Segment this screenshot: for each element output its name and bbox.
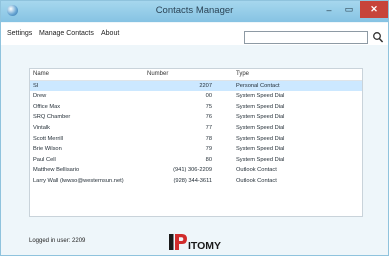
contact-type: System Speed Dial (236, 124, 285, 131)
contact-name: Scott Merrill (33, 135, 64, 142)
contact-type: System Speed Dial (236, 156, 285, 163)
contact-type: System Speed Dial (236, 93, 285, 100)
column-header-type[interactable]: Type (236, 71, 249, 77)
contact-number: 2207 (199, 82, 212, 89)
table-row[interactable]: Vintalk 77 System Speed Dial (30, 123, 362, 133)
column-header-name[interactable]: Name (33, 71, 49, 77)
contact-number: 78 (205, 135, 212, 142)
contact-type: System Speed Dial (236, 114, 285, 121)
menu-settings[interactable]: Settings (7, 30, 32, 37)
table-row[interactable]: SRQ Chamber 76 System Speed Dial (30, 113, 362, 123)
search-input[interactable] (244, 31, 368, 44)
maximize-button[interactable]: ▭ (339, 1, 359, 18)
contact-name: Vintalk (33, 124, 50, 131)
ipitomy-logo: ITOMY (169, 234, 221, 251)
contact-name: Drew (33, 93, 47, 100)
svg-text:ITOMY: ITOMY (188, 240, 221, 251)
contact-number: 00 (205, 93, 212, 100)
table-row[interactable]: Drew 00 System Speed Dial (30, 92, 362, 102)
table-row[interactable]: Office Max 75 System Speed Dial (30, 102, 362, 112)
minimize-button[interactable]: – (319, 1, 339, 18)
contact-name: Matthew Bellisario (33, 167, 80, 174)
contacts-list: Name Number Type SI 2207 Personal Contact D… (29, 68, 363, 217)
contact-name: Paul Cell (33, 156, 56, 163)
contact-name: Brie Wilson (33, 146, 62, 153)
contact-name: Office Max (33, 103, 61, 110)
contact-number: 77 (205, 124, 212, 131)
list-header: Name Number Type (30, 69, 362, 81)
contact-number: 75 (205, 103, 212, 110)
menu-about[interactable]: About (101, 30, 119, 37)
contact-name: Larry Wall (lwwso@westernsun.net) (33, 177, 124, 184)
contact-type: System Speed Dial (236, 146, 285, 153)
table-row[interactable]: SI 2207 Personal Contact (30, 81, 362, 91)
close-button[interactable]: ✕ (360, 1, 388, 18)
contact-type: Outlook Contact (236, 167, 277, 174)
contact-name: SRQ Chamber (33, 114, 71, 121)
table-row[interactable]: Paul Cell 80 System Speed Dial (30, 155, 362, 165)
table-row[interactable]: Matthew Bellisario (941) 306-2209 Outlook … (30, 166, 362, 176)
contact-type: Outlook Contact (236, 177, 277, 184)
contact-type: Personal Contact (236, 82, 280, 89)
contact-number: 80 (205, 156, 212, 163)
contacts-manager-window: Contacts Manager – ▭ ✕ Settings Manage C… (0, 0, 389, 256)
title-bar[interactable]: Contacts Manager – ▭ ✕ (1, 1, 388, 22)
table-row[interactable]: Brie Wilson 79 System Speed Dial (30, 145, 362, 155)
menu-manage-contacts[interactable]: Manage Contacts (39, 30, 94, 37)
table-row[interactable]: Scott Merrill 78 System Speed Dial (30, 134, 362, 144)
contact-name: SI (33, 82, 39, 89)
column-header-number[interactable]: Number (147, 71, 168, 77)
contact-number: (928) 344-3611 (173, 177, 212, 184)
contact-type: System Speed Dial (236, 135, 285, 142)
contact-number: 76 (205, 114, 212, 121)
logged-in-status: Logged in user: 2209 (29, 238, 86, 244)
contact-number: 79 (205, 146, 212, 153)
search-icon[interactable] (372, 31, 384, 44)
contact-type: System Speed Dial (236, 103, 285, 110)
table-row[interactable]: Larry Wall (lwwso@westernsun.net) (928) 3… (30, 176, 362, 186)
contact-number: (941) 306-2209 (173, 167, 212, 174)
